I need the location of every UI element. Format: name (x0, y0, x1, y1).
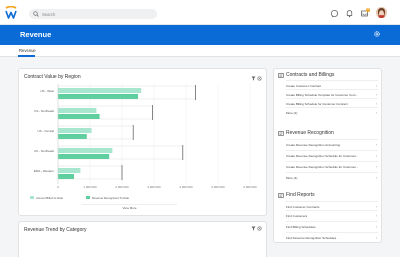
category-label: US - Northeast (34, 109, 54, 113)
list-item-more[interactable]: More (2) › (286, 107, 378, 116)
bar-billed (58, 148, 113, 153)
chevron-right-icon: › (375, 235, 377, 240)
list-item[interactable]: Create Revenue Recognition Accounting › (286, 139, 378, 148)
bar-recognized (58, 174, 74, 179)
section-title-contracts: Contracts and Billings (286, 72, 335, 78)
list-item-label: Create Billing Schedule for Customer Con… (286, 101, 348, 106)
chevron-right-icon: › (375, 213, 377, 218)
bar-recognized (58, 154, 110, 159)
list-section-icon (278, 193, 284, 198)
list-item-label: Create Customer Contract (286, 83, 322, 88)
x-tick-label: 6,000,000 (243, 185, 257, 189)
x-tick-label: 1,000,000 (83, 185, 97, 189)
list-item[interactable]: Create Revenue Recognition Schedule for … (286, 161, 378, 170)
x-tick-label: 4,000,000 (179, 185, 193, 189)
category-label: US - West (40, 89, 54, 93)
section-title-revenue-recognition: Revenue Recognition (286, 130, 334, 136)
trend-card-title: Revenue Trend by Category (24, 227, 87, 233)
section-title-find-reports: Find Reports (286, 192, 315, 198)
x-tick-label: 3,000,000 (147, 185, 161, 189)
list-item-label: Create Revenue Recognition Schedule for … (286, 164, 359, 169)
list-item[interactable]: Find Customers › (286, 210, 378, 219)
list-item-label: More (4) (286, 175, 298, 180)
chevron-right-icon: › (375, 224, 377, 229)
list-item-label: Find Billing Schedules (286, 224, 316, 229)
list-item-more[interactable]: More (4) › (286, 172, 378, 181)
list-item[interactable]: Create Billing Schedule Template for Cus… (286, 89, 378, 98)
list-section-icon (278, 131, 284, 136)
list-item-label: More (2) (286, 110, 298, 115)
bar-billed (58, 128, 92, 133)
bar-recognized (58, 134, 87, 139)
category-label: US - Central (37, 129, 54, 133)
legend-label-billed: Amount Billed to Date (36, 196, 64, 200)
bar-billed (58, 88, 142, 93)
legend-label-recognized: Revenue Recognized To Date (92, 196, 130, 200)
bar-billed (58, 108, 97, 113)
settings-icon (257, 226, 262, 231)
trend-card-actions[interactable] (251, 226, 263, 231)
view-more-button[interactable]: View More (82, 204, 177, 211)
chevron-right-icon: › (375, 110, 377, 115)
list-section-icon (278, 73, 284, 78)
view-more-label: View More (122, 206, 137, 210)
chevron-right-icon: › (375, 153, 377, 158)
chevron-right-icon: › (375, 204, 377, 209)
bar-recognized (58, 114, 100, 119)
category-label: UK - Northeast (34, 149, 54, 153)
list-item[interactable]: Create Revenue Recognition Schedule for … (286, 150, 378, 159)
chevron-right-icon: › (375, 164, 377, 169)
list-item[interactable]: Find Customer Contracts › (286, 201, 378, 210)
chevron-right-icon: › (375, 101, 377, 106)
bar-recognized (58, 94, 138, 99)
chevron-right-icon: › (375, 142, 377, 147)
list-item-label: Create Revenue Recognition Accounting (286, 142, 341, 147)
list-item-label: Find Revenue Recognition Schedules (286, 235, 337, 240)
legend-swatch-recognized (86, 196, 90, 199)
x-tick-label: 0 (57, 185, 59, 189)
bar-billed (58, 168, 81, 173)
list-item[interactable]: Create Billing Schedule for Customer Con… (286, 98, 378, 107)
list-item[interactable]: Find Billing Schedules › (286, 221, 378, 230)
chevron-right-icon: › (375, 175, 377, 180)
chevron-right-icon: › (375, 83, 377, 88)
chevron-right-icon: › (375, 92, 377, 97)
legend-swatch-billed (30, 196, 34, 199)
list-item-label: Create Billing Schedule Template for Cus… (286, 92, 358, 97)
x-tick-label: 5,000,000 (211, 185, 225, 189)
filter-icon (251, 226, 256, 231)
list-item-label: Create Revenue Recognition Schedule for … (286, 153, 359, 158)
list-item-label: Find Customer Contracts (286, 204, 320, 209)
list-item-label: Find Customers (286, 213, 308, 218)
category-label: EMA - Western (34, 169, 54, 173)
list-item[interactable]: Find Revenue Recognition Schedules › (286, 232, 378, 241)
trend-card: Revenue Trend by Category (18, 221, 267, 257)
x-tick-label: 2,000,000 (115, 185, 129, 189)
list-item[interactable]: Create Customer Contract › (286, 80, 378, 89)
